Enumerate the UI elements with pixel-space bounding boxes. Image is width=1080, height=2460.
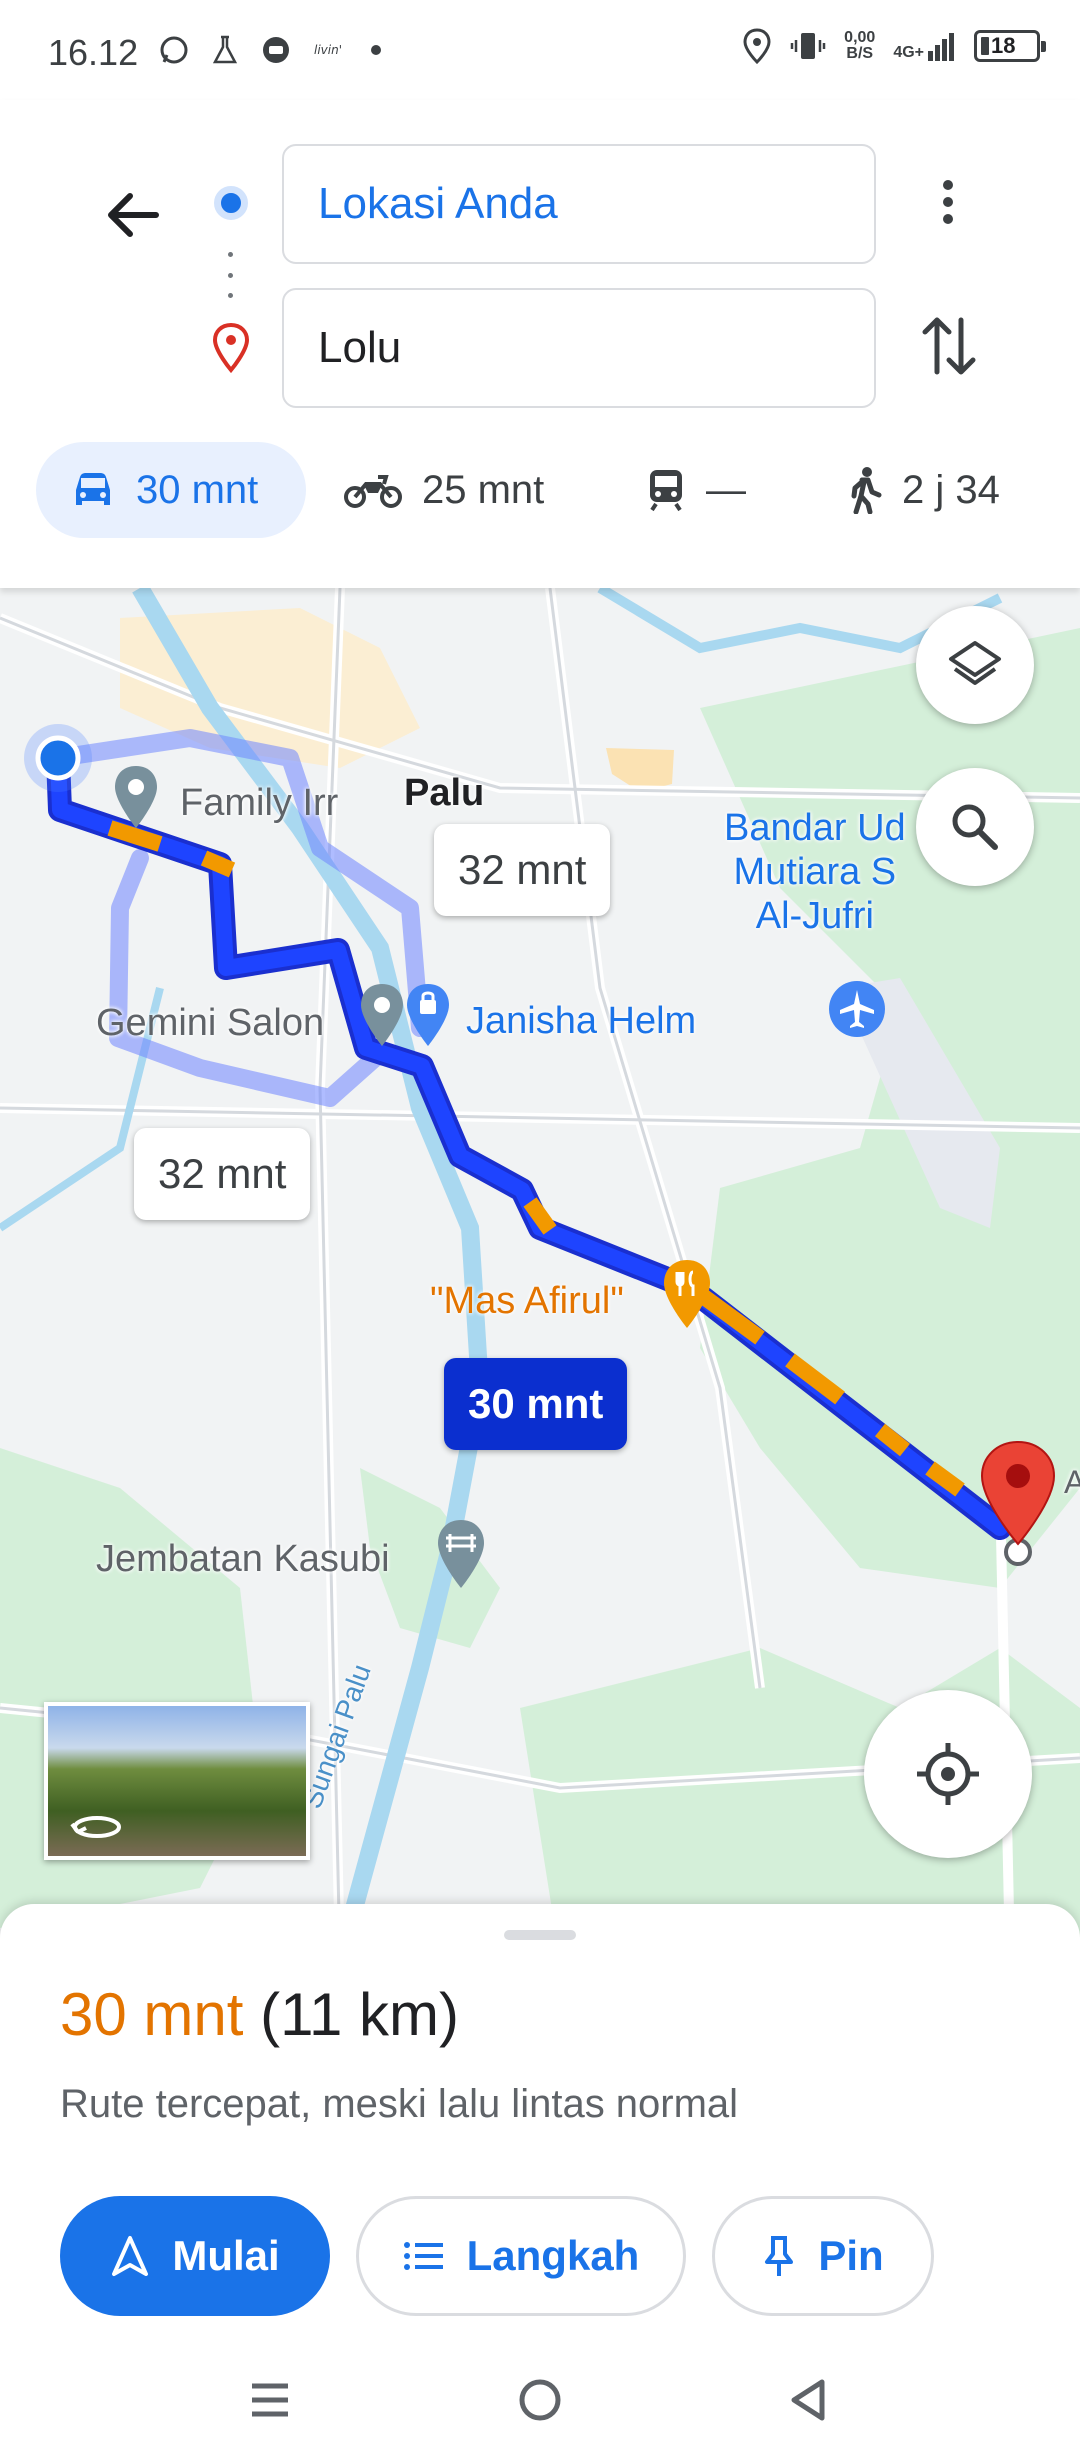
street-view-thumbnail[interactable] xyxy=(44,1702,310,1860)
system-navigation-bar xyxy=(0,2340,1080,2460)
navigation-arrow-icon xyxy=(112,2236,149,2276)
mode-motorcycle-label: 25 mnt xyxy=(422,467,545,512)
origin-dot-icon xyxy=(214,186,248,220)
bridge-pin-icon[interactable] xyxy=(432,1516,490,1592)
map-label-airport: Bandar Ud Mutiara S Al-Jufri xyxy=(724,807,906,937)
pin-button[interactable]: Pin xyxy=(712,2196,934,2316)
start-button[interactable]: Mulai xyxy=(60,2196,330,2316)
back-triangle-icon xyxy=(791,2379,825,2421)
signal-indicator: 4G+ xyxy=(893,31,956,61)
back-button[interactable] xyxy=(98,180,168,250)
route-description: Rute tercepat, meski lalu lintas normal xyxy=(60,2082,739,2126)
map-view[interactable]: Palu Family Irr Gemini Salon Janisha Hel… xyxy=(0,588,1080,1960)
my-location-button[interactable] xyxy=(864,1690,1032,1858)
pushpin-icon xyxy=(765,2236,794,2276)
train-icon xyxy=(650,470,682,512)
map-label-restaurant: "Mas Afirul" xyxy=(430,1280,624,1322)
pin-button-label: Pin xyxy=(818,2232,884,2279)
shopping-pin-icon[interactable] xyxy=(402,980,454,1050)
restaurant-pin-icon[interactable] xyxy=(658,1256,716,1332)
steps-button[interactable]: Langkah xyxy=(356,2196,686,2316)
net-speed: 0,00 B/S xyxy=(844,29,876,62)
more-options-button[interactable] xyxy=(928,172,968,232)
route-summary: 30 mnt (11 km) xyxy=(60,1980,459,2049)
back-nav-button[interactable] xyxy=(772,2364,844,2436)
airport-icon[interactable] xyxy=(826,978,888,1040)
layers-icon xyxy=(949,641,1001,685)
status-bar: 16.12 livin' 0,00 B/S 4G+ 18 xyxy=(0,0,1080,100)
destination-pin-icon xyxy=(212,322,250,374)
map-label-bridge: Jembatan Kasubi xyxy=(96,1538,390,1580)
directions-header: Lokasi Anda Lolu 30 mnt 25 mnt — 2 j 34 xyxy=(0,100,1080,588)
mode-transit-label: — xyxy=(706,467,746,512)
route-summary-sheet: 30 mnt (11 km) Rute tercepat, meski lalu… xyxy=(0,1904,1080,2340)
primary-route-time-bubble[interactable]: 30 mnt xyxy=(444,1358,628,1450)
start-button-label: Mulai xyxy=(172,2232,280,2279)
map-label-janisha: Janisha Helm xyxy=(466,1000,697,1042)
map-label-gemini: Gemini Salon xyxy=(96,1002,325,1044)
vibrate-icon xyxy=(790,33,826,59)
mode-transit[interactable]: — xyxy=(646,442,746,538)
system-icons: 0,00 B/S 4G+ 18 xyxy=(742,28,1046,64)
status-time: 16.12 xyxy=(48,32,139,73)
layers-button[interactable] xyxy=(916,606,1034,724)
home-button[interactable] xyxy=(504,2364,576,2436)
menu-lines-icon xyxy=(252,2383,288,2417)
home-circle-icon xyxy=(519,2379,561,2421)
back-arrow-icon xyxy=(108,193,159,237)
route-duration: 30 mnt xyxy=(60,1981,244,2048)
place-pin-family-icon[interactable] xyxy=(110,762,162,832)
mode-car[interactable]: 30 mnt xyxy=(36,442,306,538)
battery-indicator: 18 xyxy=(974,30,1046,62)
crosshair-icon xyxy=(917,1743,979,1805)
flask-icon xyxy=(212,35,238,64)
notification-icons: livin' xyxy=(158,34,382,66)
message-icon xyxy=(263,37,289,63)
swap-button[interactable] xyxy=(918,312,980,380)
route-connector xyxy=(228,252,234,298)
dot-icon xyxy=(371,45,381,55)
place-pin-gemini-icon[interactable] xyxy=(356,980,408,1050)
svg-text:livin': livin' xyxy=(314,43,342,57)
travel-modes: 30 mnt 25 mnt — 2 j 34 xyxy=(0,442,1080,542)
map-label-palu: Palu xyxy=(404,772,485,814)
mode-motorcycle[interactable]: 25 mnt xyxy=(344,442,544,538)
motorcycle-icon xyxy=(344,475,402,508)
destination-input[interactable]: Lolu xyxy=(282,288,876,408)
sheet-drag-handle[interactable] xyxy=(504,1930,576,1940)
mode-walk-label: 2 j 34 xyxy=(902,467,1000,512)
location-icon xyxy=(743,28,771,64)
car-icon xyxy=(76,473,110,505)
search-icon xyxy=(952,804,998,850)
signal-icon xyxy=(928,33,954,61)
search-map-button[interactable] xyxy=(916,768,1034,886)
map-label-family: Family Irr xyxy=(180,782,339,824)
whatsapp-icon xyxy=(160,36,188,64)
mode-car-label: 30 mnt xyxy=(136,467,259,512)
rotate-360-icon xyxy=(70,1816,121,1838)
list-icon xyxy=(403,2242,443,2270)
walk-icon xyxy=(851,467,882,514)
alt-route-time-bubble-2[interactable]: 32 mnt xyxy=(134,1128,311,1220)
steps-button-label: Langkah xyxy=(466,2232,640,2279)
alt-route-time-bubble-1[interactable]: 32 mnt xyxy=(434,824,611,916)
app-logo-icon: livin' xyxy=(314,43,342,57)
network-type: 4G+ xyxy=(893,44,924,61)
destination-marker-icon[interactable] xyxy=(976,1438,1060,1566)
mode-walk[interactable]: 2 j 34 xyxy=(848,442,1000,538)
origin-input[interactable]: Lokasi Anda xyxy=(282,144,876,264)
route-distance: (11 km) xyxy=(260,1981,460,2048)
swap-icon xyxy=(922,317,976,375)
recent-apps-button[interactable] xyxy=(234,2364,306,2436)
map-label-edge: A xyxy=(1064,1464,1080,1500)
